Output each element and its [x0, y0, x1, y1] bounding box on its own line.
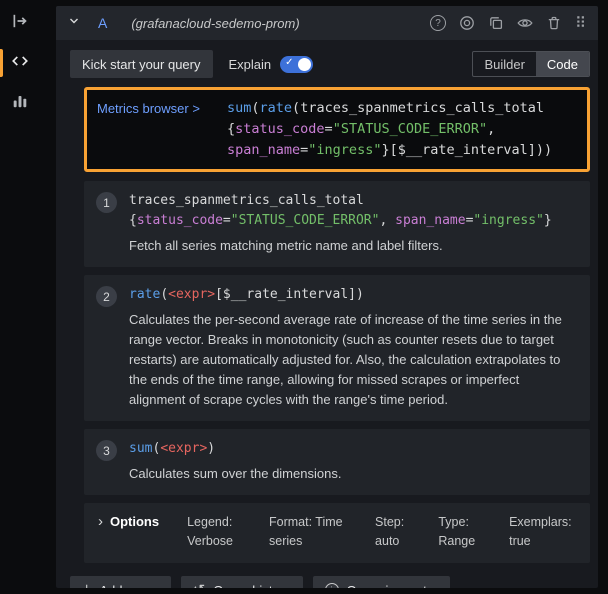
step-number-badge: 3 — [96, 440, 117, 461]
options-label-text: Options — [110, 514, 159, 529]
explain-toggle[interactable]: ✓ — [280, 56, 313, 73]
bar-chart-icon — [11, 92, 29, 115]
step-description: Calculates sum over the dimensions. — [129, 464, 341, 484]
options-collapsed-row[interactable]: › Options Legend: Verbose Format: Time s… — [84, 503, 590, 563]
plus-icon: + — [82, 582, 91, 588]
query-ref-id[interactable]: A — [98, 15, 107, 31]
promql-editor-highlighted: Metrics browser > sum(rate(traces_spanme… — [84, 87, 590, 172]
query-inspector-button[interactable]: i Query inspector — [313, 576, 451, 588]
toggle-knob — [298, 58, 311, 71]
code-icon — [11, 52, 29, 75]
query-code-editor[interactable]: sum(rate(traces_spanmetrics_calls_total{… — [227, 98, 552, 161]
info-icon: i — [325, 583, 339, 588]
explain-control: Explain ✓ — [229, 56, 314, 73]
chevron-right-icon: › — [98, 513, 103, 530]
explain-section: 1 traces_spanmetrics_calls_total{status_… — [84, 181, 590, 495]
sidebar-item-code-view[interactable] — [0, 48, 40, 78]
step-code: sum(<expr>) — [129, 439, 341, 459]
metrics-browser-link[interactable]: Metrics browser > — [97, 98, 217, 161]
collapse-chevron-icon[interactable] — [68, 14, 80, 32]
step-code: traces_spanmetrics_calls_total{status_co… — [129, 191, 552, 231]
option-summary-type: Type: Range — [438, 513, 481, 551]
datasource-name: (grafanacloud-sedemo-prom) — [131, 16, 299, 31]
option-summary-legend: Legend: Verbose — [187, 513, 241, 551]
builder-mode-button[interactable]: Builder — [473, 52, 535, 76]
step-code: rate(<expr>[$__rate_interval]) — [129, 285, 576, 305]
options-label: › Options — [98, 513, 159, 530]
query-editor-panel: A (grafanacloud-sedemo-prom) ? ⠿ Kick st… — [56, 6, 598, 588]
add-query-label: Add query — [99, 583, 158, 589]
step-content: sum(<expr>) Calculates sum over the dime… — [129, 439, 341, 484]
query-history-label: Query history — [213, 583, 290, 589]
eye-icon[interactable] — [517, 15, 533, 31]
editor-mode-switch: Builder Code — [472, 51, 590, 77]
query-row-header: A (grafanacloud-sedemo-prom) ? ⠿ — [56, 6, 598, 40]
active-indicator — [0, 49, 3, 77]
duplicate-icon[interactable] — [488, 15, 504, 31]
step-number-badge: 2 — [96, 286, 117, 307]
history-icon: ↺ — [193, 583, 206, 589]
left-sidebar — [0, 0, 40, 594]
query-row-body: Kick start your query Explain ✓ Builder … — [56, 40, 598, 588]
explain-step-3: 3 sum(<expr>) Calculates sum over the di… — [84, 429, 590, 495]
kick-start-query-button[interactable]: Kick start your query — [70, 50, 213, 78]
option-summary-exemplars: Exemplars: true — [509, 513, 576, 551]
code-mode-button[interactable]: Code — [536, 52, 589, 76]
explain-step-2: 2 rate(<expr>[$__rate_interval]) Calcula… — [84, 275, 590, 421]
drag-handle-icon[interactable]: ⠿ — [575, 16, 586, 31]
trash-icon[interactable] — [546, 15, 562, 31]
query-history-button[interactable]: ↺ Query history — [181, 576, 303, 588]
step-content: rate(<expr>[$__rate_interval]) Calculate… — [129, 285, 576, 410]
footer-actions: + Add query ↺ Query history i Query insp… — [70, 576, 590, 588]
editor-toolbar: Kick start your query Explain ✓ Builder … — [70, 50, 590, 78]
sidebar-item-visualization[interactable] — [0, 88, 40, 118]
step-content: traces_spanmetrics_calls_total{status_co… — [129, 191, 552, 256]
check-icon: ✓ — [285, 57, 293, 68]
option-summary-step: Step: auto — [375, 513, 410, 551]
step-description: Calculates the per-second average rate o… — [129, 310, 576, 410]
query-row-actions: ? ⠿ — [430, 15, 586, 31]
explain-label: Explain — [229, 57, 272, 72]
help-icon[interactable]: ? — [430, 15, 446, 31]
record-circle-icon[interactable] — [459, 15, 475, 31]
query-inspector-label: Query inspector — [347, 583, 439, 589]
explain-step-1: 1 traces_spanmetrics_calls_total{status_… — [84, 181, 590, 267]
option-summary-format: Format: Time series — [269, 513, 347, 551]
sidebar-item-expand-pane[interactable] — [0, 8, 40, 38]
expand-pane-icon — [11, 12, 29, 35]
step-description: Fetch all series matching metric name an… — [129, 236, 552, 256]
add-query-button[interactable]: + Add query — [70, 576, 171, 588]
step-number-badge: 1 — [96, 192, 117, 213]
